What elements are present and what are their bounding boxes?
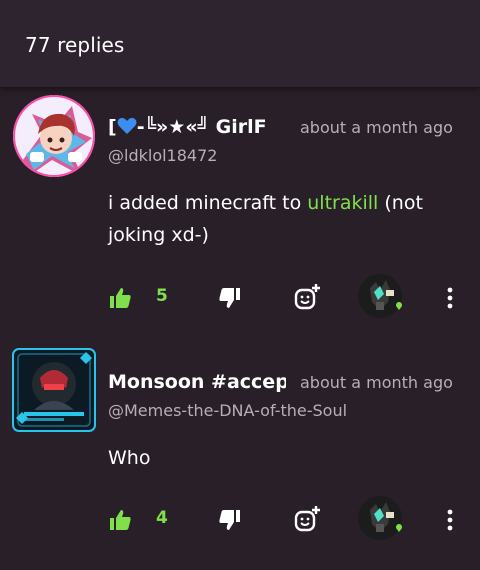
thumbs-down-icon[interactable] xyxy=(218,508,242,532)
comment-1-body: i added minecraft to ultrakill (not joki… xyxy=(108,187,463,251)
comment-1-author-suffix: -╚»★«╝ GirlF xyxy=(136,116,267,138)
creator-avatar[interactable] xyxy=(356,494,404,542)
comment-1-avatar[interactable] xyxy=(12,94,96,178)
comment-1-like-count: 5 xyxy=(156,286,168,306)
comment-1-actions: 5 xyxy=(108,274,468,318)
more-vert-icon[interactable] xyxy=(442,284,458,312)
comment-2-timestamp: about a month ago xyxy=(300,373,453,392)
comment-2-like-count: 4 xyxy=(156,508,168,528)
comment-1-text-before: i added minecraft to xyxy=(108,192,308,214)
comment-1-timestamp: about a month ago xyxy=(300,118,453,137)
replies-header: 77 replies xyxy=(0,0,480,88)
comment-1-author-prefix: [ xyxy=(108,116,117,138)
comment-2-handle[interactable]: @Memes-the-DNA-of-the-Soul xyxy=(108,401,347,420)
thumbs-down-icon[interactable] xyxy=(218,286,242,310)
blue-heart-icon xyxy=(117,117,137,134)
comment-2-body: Who xyxy=(108,442,463,474)
comment-2-text: Who xyxy=(108,447,151,469)
thumbs-up-icon[interactable] xyxy=(108,286,132,310)
comment-2-author-row: Monsoon #accep about a month ago xyxy=(108,371,468,395)
comment-1-handle[interactable]: @ldklol18472 xyxy=(108,146,217,165)
comment-1-hashtag-link[interactable]: ultrakill xyxy=(307,192,378,214)
thumbs-up-icon[interactable] xyxy=(108,508,132,532)
creator-avatar[interactable] xyxy=(356,272,404,320)
replies-count-title: 77 replies xyxy=(25,33,125,57)
add-comment-icon[interactable] xyxy=(294,504,322,532)
comment-2-actions: 4 xyxy=(108,496,468,540)
comment-1-author-row: [ -╚»★«╝ GirlF about a month ago xyxy=(108,116,468,140)
more-vert-icon[interactable] xyxy=(442,506,458,534)
add-comment-icon[interactable] xyxy=(294,282,322,310)
comment-2-author-name[interactable]: Monsoon #accep xyxy=(108,371,286,395)
comment-2-avatar[interactable] xyxy=(12,348,96,432)
comment-1-author-name[interactable]: [ -╚»★«╝ GirlF xyxy=(108,116,286,140)
